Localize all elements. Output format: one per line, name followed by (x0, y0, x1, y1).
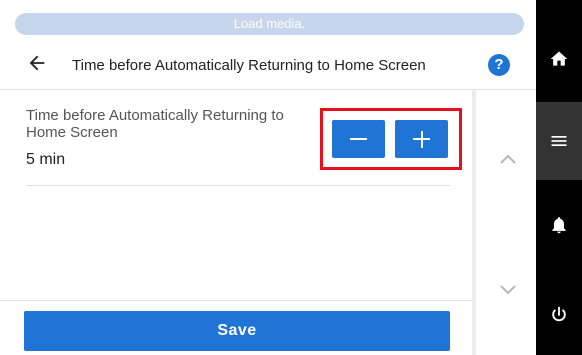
page-header: Time before Automatically Returning to H… (0, 46, 536, 88)
help-button[interactable]: ? (488, 54, 510, 76)
footer-divider (0, 300, 472, 301)
menu-icon (551, 136, 567, 146)
status-message: Load media. (15, 13, 524, 35)
page-title: Time before Automatically Returning to H… (72, 57, 426, 74)
home-icon (550, 51, 568, 66)
arrow-left-icon (29, 55, 45, 71)
nav-power-button[interactable] (536, 276, 582, 354)
minus-icon (350, 138, 367, 140)
settings-content: Time before Automatically Returning to H… (0, 90, 472, 300)
decrease-button[interactable] (332, 120, 385, 158)
side-nav (536, 0, 582, 355)
stepper-highlight-frame (320, 108, 462, 170)
bell-icon (552, 217, 566, 234)
plus-icon (413, 130, 430, 148)
scroll-down-button[interactable] (498, 283, 518, 297)
power-icon (552, 306, 566, 322)
setting-label: Time before Automatically Returning to H… (26, 107, 284, 141)
save-button[interactable]: Save (24, 311, 450, 351)
nav-home-button[interactable] (536, 16, 582, 102)
back-button[interactable] (26, 52, 54, 80)
setting-value: 5 min (26, 151, 66, 168)
scroll-up-button[interactable] (498, 152, 518, 166)
increase-button[interactable] (395, 120, 448, 158)
chevron-up-icon (500, 154, 516, 164)
nav-menu-button[interactable] (536, 102, 582, 180)
scrollbar[interactable] (472, 90, 536, 355)
chevron-down-icon (500, 285, 516, 295)
row-divider (26, 185, 450, 186)
nav-notifications-button[interactable] (536, 186, 582, 264)
